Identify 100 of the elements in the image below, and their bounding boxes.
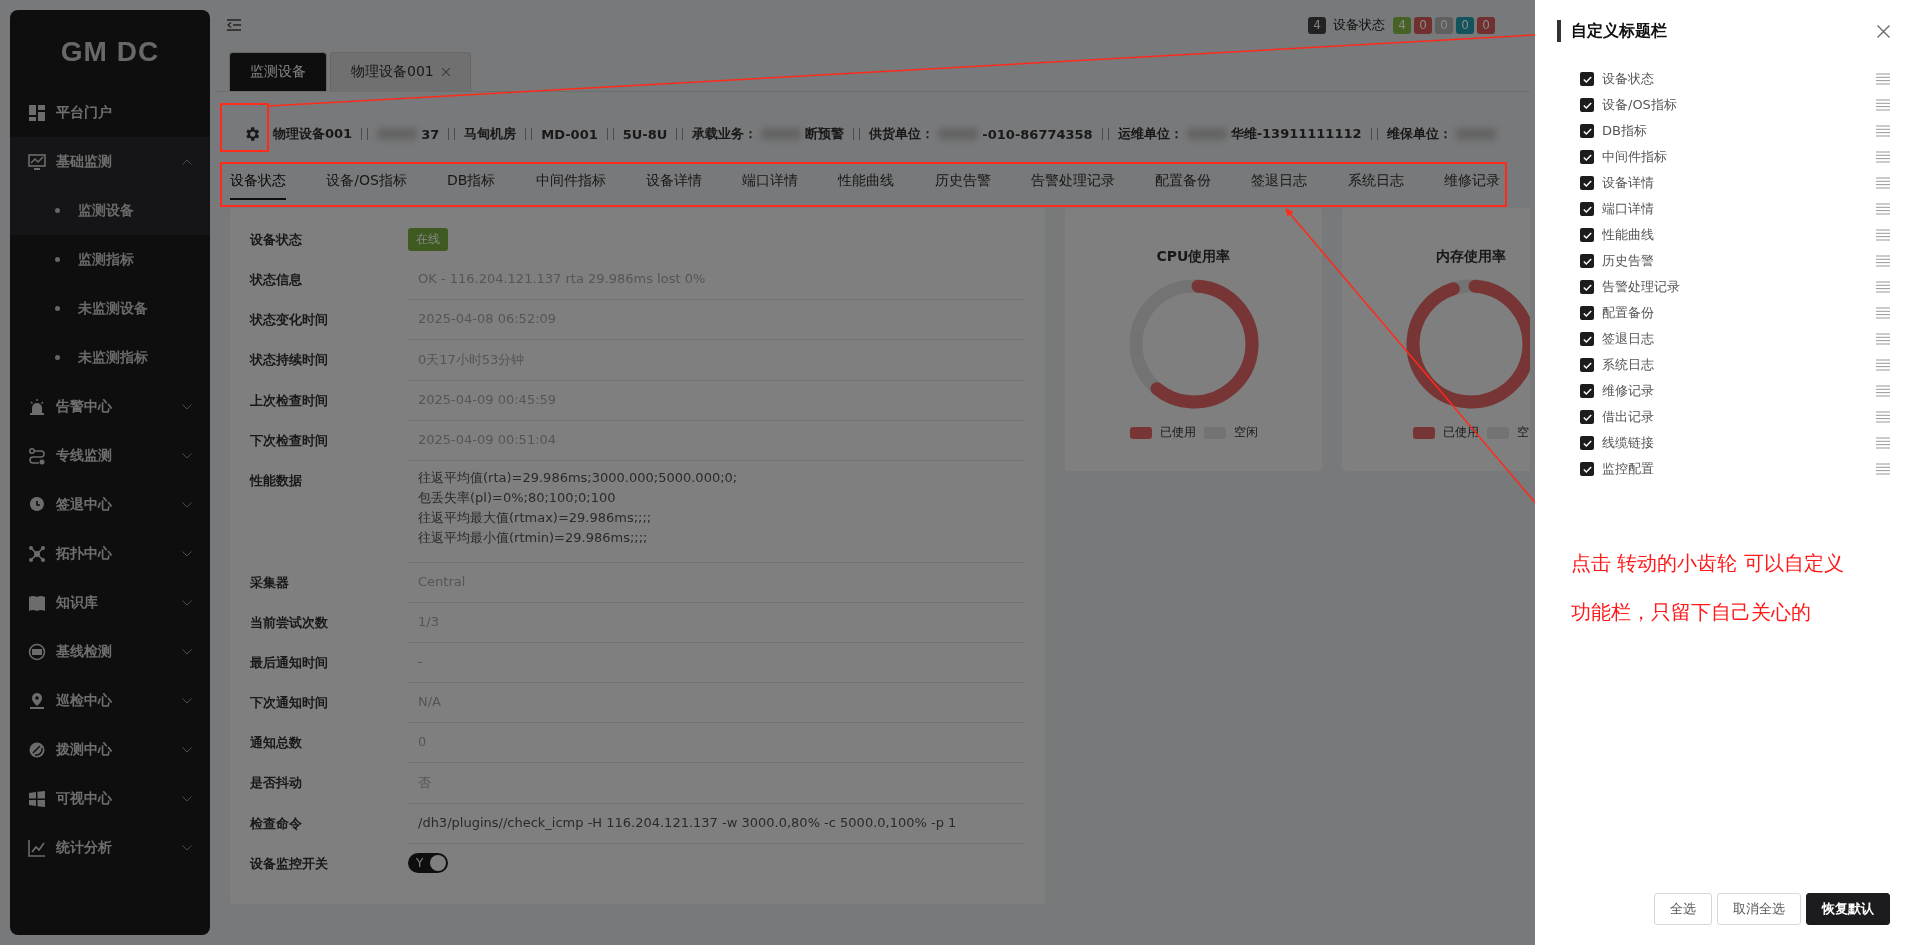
drawer-button[interactable]: 恢复默认 xyxy=(1806,893,1890,925)
drag-handle-icon[interactable] xyxy=(1876,437,1890,449)
route-icon xyxy=(28,446,46,465)
drag-handle-icon[interactable] xyxy=(1876,385,1890,397)
checkbox[interactable] xyxy=(1580,176,1594,190)
checkbox[interactable] xyxy=(1580,72,1594,86)
checkbox[interactable] xyxy=(1580,150,1594,164)
page-tab[interactable]: 物理设备001 xyxy=(330,52,471,91)
annotation-text: 功能栏，只留下自己关心的 xyxy=(1571,599,1811,626)
status-count-badge[interactable]: 0 xyxy=(1477,16,1495,34)
info-value: 5U-8U xyxy=(622,126,668,142)
legend-label[interactable]: 空闲 xyxy=(1233,424,1258,441)
column-option-label: 设备状态 xyxy=(1602,70,1655,88)
detail-tab[interactable]: 告警处理记录 xyxy=(1030,164,1115,200)
sidebar-subitem[interactable]: 未监测设备 xyxy=(10,284,210,333)
menu-fold-icon[interactable] xyxy=(227,19,241,31)
field-label: 设备监控开关 xyxy=(250,855,329,873)
drag-handle-icon[interactable] xyxy=(1876,281,1890,293)
detail-tab[interactable]: 端口详情 xyxy=(742,164,799,200)
checkbox[interactable] xyxy=(1580,332,1594,346)
checkbox[interactable] xyxy=(1580,228,1594,242)
sidebar-item[interactable]: 专线监测 xyxy=(10,431,210,480)
sidebar-item[interactable]: 平台门户 xyxy=(10,88,210,137)
sidebar-item[interactable]: 签退中心 xyxy=(10,480,210,529)
drag-handle-icon[interactable] xyxy=(1876,463,1890,475)
drag-handle-icon[interactable] xyxy=(1876,125,1890,137)
detail-tab[interactable]: 维修记录 xyxy=(1443,164,1500,200)
sidebar-item[interactable]: 统计分析 xyxy=(10,823,210,872)
command-field[interactable]: /dh3/plugins//check_icmp -H 116.204.121.137 -w 3000.0,80% -c 5000.0,100% -p 1 xyxy=(408,804,1025,844)
field-label: 最后通知时间 xyxy=(250,654,329,672)
checkbox[interactable] xyxy=(1580,124,1594,138)
field-label: 下次检查时间 xyxy=(250,432,329,450)
network-icon xyxy=(28,544,46,563)
detail-tab[interactable]: 设备/OS指标 xyxy=(326,164,407,200)
sidebar-item[interactable]: 知识库 xyxy=(10,578,210,627)
field-label: 采集器 xyxy=(250,574,290,592)
status-count-badge[interactable]: 4 xyxy=(1393,16,1411,34)
legend-label[interactable]: 已使用 xyxy=(1159,424,1196,441)
detail-tab[interactable]: 签退日志 xyxy=(1251,164,1308,200)
checkbox[interactable] xyxy=(1580,410,1594,424)
drag-handle-icon[interactable] xyxy=(1876,177,1890,189)
device-count-badge: 4 xyxy=(1308,16,1326,34)
detail-tab[interactable]: DB指标 xyxy=(447,164,496,200)
status-count-badge[interactable]: 0 xyxy=(1456,16,1474,34)
sidebar-item[interactable]: 告警中心 xyxy=(10,382,210,431)
drag-handle-icon[interactable] xyxy=(1876,203,1890,215)
detail-tab[interactable]: 设备状态 xyxy=(230,164,286,200)
drawer-button[interactable]: 全选 xyxy=(1654,893,1712,925)
clock-icon xyxy=(28,495,46,514)
close-icon[interactable] xyxy=(1877,24,1890,38)
info-value: 华维-13911111112 xyxy=(1230,125,1362,143)
toggle-switch[interactable]: Y xyxy=(408,853,448,873)
sidebar-item[interactable]: 可视中心 xyxy=(10,774,210,823)
sidebar-subitem[interactable]: 未监测指标 xyxy=(10,333,210,382)
info-label: 供货单位： xyxy=(869,125,935,143)
info-value: -010-86774358 xyxy=(982,126,1093,142)
drag-handle-icon[interactable] xyxy=(1876,307,1890,319)
drag-handle-icon[interactable] xyxy=(1876,229,1890,241)
column-option-label: 性能曲线 xyxy=(1602,226,1655,244)
detail-tab[interactable]: 历史告警 xyxy=(934,164,991,200)
drag-handle-icon[interactable] xyxy=(1876,151,1890,163)
textarea-field[interactable]: 往返平均值(rta)=29.986ms;3000.000;5000.000;0; 包丢失率(pl)=0%;80;100;0;100 往返平均最大值(rtmax)=29.986ms;;;; 往返平均最小值(rtmin)=29.986ms;;;; xyxy=(408,461,1025,563)
checkbox[interactable] xyxy=(1580,306,1594,320)
checkbox[interactable] xyxy=(1580,98,1594,112)
detail-tab[interactable]: 系统日志 xyxy=(1347,164,1404,200)
info-value: 马甸机房 xyxy=(464,125,517,143)
detail-tab[interactable]: 中间件指标 xyxy=(535,164,606,200)
chart-title: CPU使用率 xyxy=(1156,248,1231,266)
detail-tab[interactable]: 配置备份 xyxy=(1155,164,1212,200)
checkbox[interactable] xyxy=(1580,358,1594,372)
checkbox[interactable] xyxy=(1580,280,1594,294)
drag-handle-icon[interactable] xyxy=(1876,359,1890,371)
drag-handle-icon[interactable] xyxy=(1876,411,1890,423)
sidebar-item[interactable]: 拓扑中心 xyxy=(10,529,210,578)
sidebar-subitem[interactable]: 监测设备 xyxy=(10,186,210,235)
drag-handle-icon[interactable] xyxy=(1876,333,1890,345)
drawer-button[interactable]: 取消全选 xyxy=(1717,893,1801,925)
column-option-label: 维修记录 xyxy=(1602,382,1655,400)
detail-tab[interactable]: 设备详情 xyxy=(645,164,702,200)
sidebar-subitem[interactable]: 监测指标 xyxy=(10,235,210,284)
checkbox[interactable] xyxy=(1580,254,1594,268)
sidebar-item[interactable]: 基线检测 xyxy=(10,627,210,676)
column-option-label: 系统日志 xyxy=(1602,356,1655,374)
sidebar-item[interactable]: 巡检中心 xyxy=(10,676,210,725)
drag-handle-icon[interactable] xyxy=(1876,99,1890,111)
drag-handle-icon[interactable] xyxy=(1876,255,1890,267)
page-tab[interactable]: 监测设备 xyxy=(229,52,327,91)
drag-handle-icon[interactable] xyxy=(1876,73,1890,85)
checkbox[interactable] xyxy=(1580,462,1594,476)
checkbox[interactable] xyxy=(1580,384,1594,398)
checkbox[interactable] xyxy=(1580,436,1594,450)
field-label: 性能数据 xyxy=(250,472,303,490)
status-count-badge[interactable]: 0 xyxy=(1414,16,1432,34)
close-icon[interactable] xyxy=(441,68,450,76)
info-value: 物理设备001 xyxy=(273,125,353,143)
legend-label[interactable]: 空 xyxy=(1516,424,1529,441)
detail-tab[interactable]: 性能曲线 xyxy=(838,164,895,200)
checkbox[interactable] xyxy=(1580,202,1594,216)
alarm-light-icon xyxy=(28,397,46,416)
sidebar-item[interactable]: 拨测中心 xyxy=(10,725,210,774)
